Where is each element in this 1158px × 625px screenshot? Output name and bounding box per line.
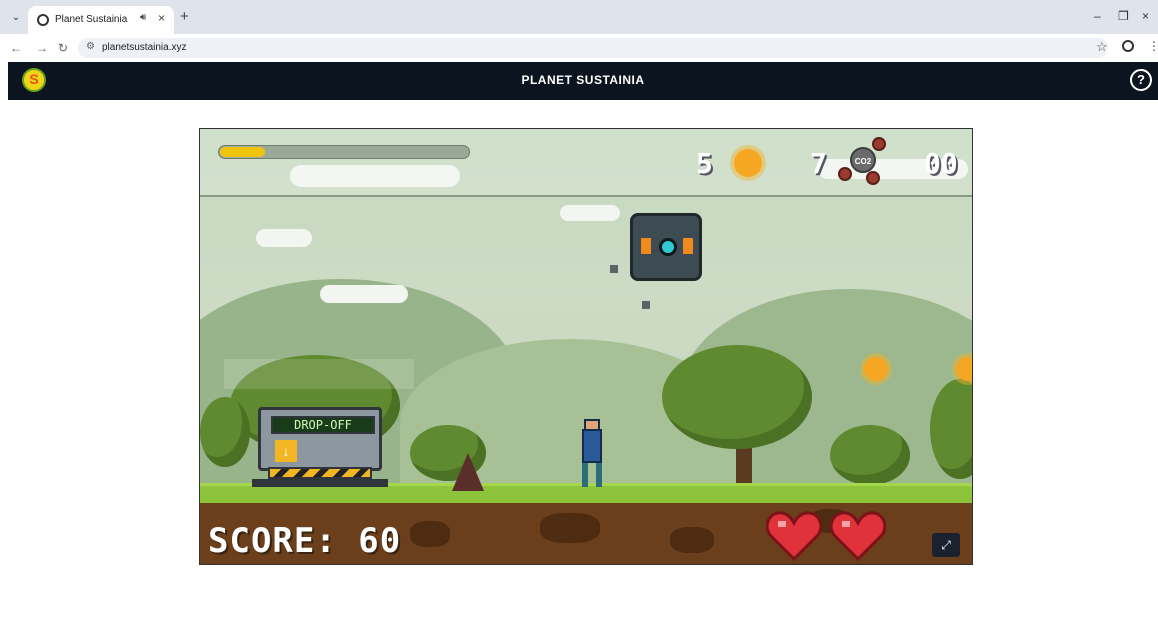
heart-icon — [766, 509, 822, 561]
site-info-icon[interactable]: ⚙︎ — [86, 41, 95, 52]
level-progress-fill — [220, 147, 265, 157]
browser-tab-bar: ⌄ Planet Sustainia 🔊︎ × + – ❐ × — [0, 0, 1158, 34]
tab-title: Planet Sustainia — [55, 14, 128, 25]
fullscreen-button[interactable]: ⤢ — [932, 533, 960, 557]
audio-icon[interactable]: 🔊︎ — [140, 12, 146, 23]
atom-icon — [838, 167, 852, 181]
reload-icon[interactable]: ↻ — [58, 41, 68, 55]
game-canvas[interactable]: 5 7 CO2 00 DROP-OFF ↓ SCORE: 60 ⤢ — [199, 128, 973, 565]
drop-off-base — [252, 479, 388, 487]
forward-icon[interactable]: → — [36, 41, 48, 55]
hero-legs — [582, 463, 602, 487]
star-icon[interactable]: ☆ — [1096, 39, 1108, 55]
atom-icon — [866, 171, 880, 185]
minimize-icon[interactable]: – — [1094, 9, 1101, 23]
hero-body — [582, 429, 602, 463]
score-text: SCORE: 60 — [208, 521, 402, 561]
site-header: PLANET SUSTAINIA ? — [8, 62, 1158, 100]
close-icon[interactable]: × — [158, 11, 165, 25]
pollution-drone — [630, 213, 702, 281]
new-tab-icon[interactable]: + — [180, 9, 189, 25]
url-field[interactable]: ⚙︎ planetsustainia.xyz — [78, 38, 1108, 58]
help-button[interactable]: ? — [1130, 69, 1152, 91]
atom-icon — [872, 137, 886, 151]
hazard-stripes — [268, 467, 372, 479]
browser-tab[interactable]: Planet Sustainia 🔊︎ × — [28, 6, 174, 34]
sun-count: 5 — [696, 147, 713, 180]
debris — [610, 265, 618, 273]
drop-off-station[interactable]: DROP-OFF ↓ — [252, 407, 388, 487]
drop-off-label: DROP-OFF — [271, 416, 375, 434]
heart-icon — [830, 509, 886, 561]
co2-count: 7 — [810, 147, 827, 180]
site-title: PLANET SUSTAINIA — [521, 73, 645, 87]
faint-panel — [224, 359, 414, 389]
cloud — [560, 205, 620, 221]
co2-icon: CO2 — [850, 147, 876, 173]
sun-collectible — [956, 357, 972, 381]
menu-icon[interactable]: ⋮ — [1148, 39, 1158, 53]
drone-lamp — [641, 238, 651, 254]
drone-eye-icon — [659, 238, 677, 256]
player-hero[interactable] — [568, 419, 618, 489]
drop-off-body: DROP-OFF ↓ — [258, 407, 382, 471]
cloud — [256, 229, 312, 247]
timer: 00 — [924, 147, 958, 180]
rock-spike — [452, 453, 484, 491]
globe-icon — [37, 14, 49, 26]
sun-collectible — [864, 357, 888, 381]
debris — [642, 301, 650, 309]
arrow-down-icon: ↓ — [275, 440, 297, 462]
address-bar: ← → ↻ ⚙︎ planetsustainia.xyz — [0, 34, 1158, 62]
close-window-icon[interactable]: × — [1142, 9, 1149, 23]
tree — [830, 425, 910, 485]
restore-icon[interactable]: ❐ — [1118, 9, 1129, 23]
profile-icon[interactable] — [1122, 40, 1134, 52]
back-icon[interactable]: ← — [10, 41, 22, 55]
tree — [200, 397, 250, 467]
sun-icon — [734, 149, 762, 177]
drone-lamp — [683, 238, 693, 254]
cloud — [320, 285, 408, 303]
level-progress-bar — [218, 145, 470, 159]
tab-dropdown-icon[interactable]: ⌄ — [8, 10, 24, 26]
tree — [662, 345, 812, 449]
url-text: planetsustainia.xyz — [102, 42, 187, 53]
